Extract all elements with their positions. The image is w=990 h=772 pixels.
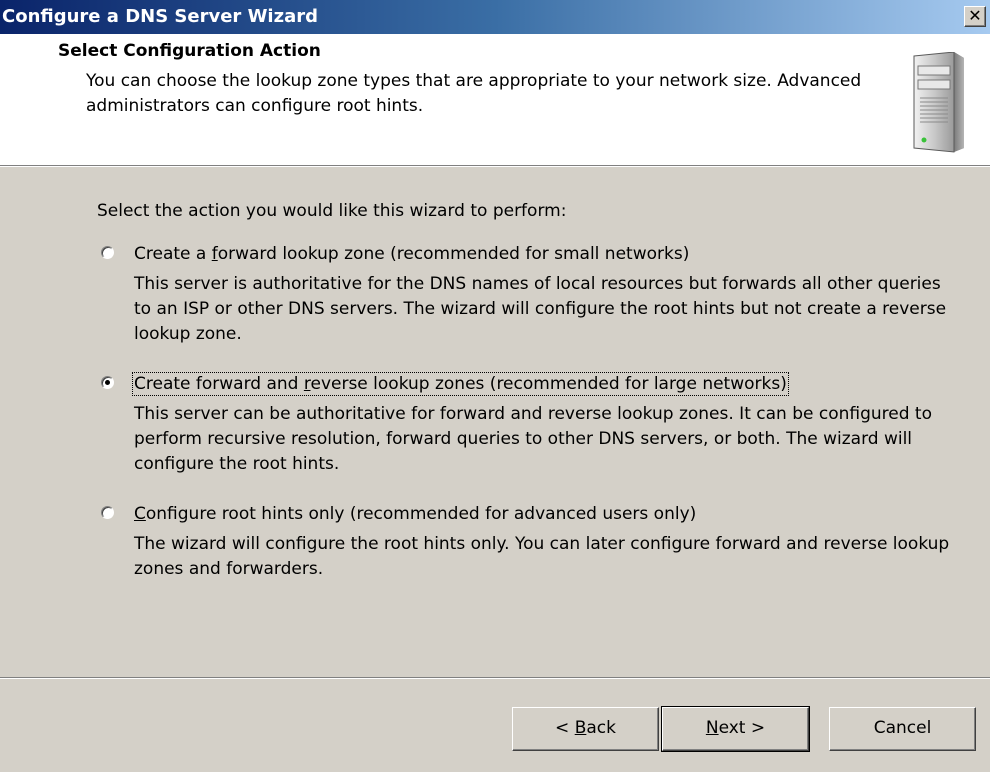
window-title: Configure a DNS Server Wizard: [2, 6, 318, 27]
header-separator: [0, 165, 990, 167]
radio-forward-zone[interactable]: [101, 246, 114, 259]
radio-root-hints[interactable]: [101, 506, 114, 519]
next-button[interactable]: Next >: [661, 706, 810, 752]
server-icon: [913, 52, 964, 153]
radio-forward-reverse-zones[interactable]: [101, 376, 114, 389]
option-forward-reverse-zones-label[interactable]: Create forward and reverse lookup zones …: [132, 372, 789, 396]
close-button[interactable]: ✕: [964, 6, 986, 27]
option-forward-reverse-zones-description: This server can be authoritative for for…: [134, 404, 932, 474]
option-root-hints-label[interactable]: Configure root hints only (recommended f…: [134, 504, 696, 524]
title-bar[interactable]: Configure a DNS Server Wizard ✕: [0, 0, 990, 34]
option-forward-zone-description: This server is authoritative for the DNS…: [134, 274, 947, 344]
footer-separator: [0, 677, 990, 679]
action-prompt: Select the action you would like this wi…: [97, 201, 567, 221]
page-title: Select Configuration Action: [58, 41, 321, 61]
back-button[interactable]: < Back: [512, 707, 659, 751]
option-root-hints-description: The wizard will configure the root hints…: [134, 534, 950, 579]
dns-wizard-window: Configure a DNS Server Wizard ✕ Select C…: [0, 0, 990, 772]
option-forward-zone-label[interactable]: Create a forward lookup zone (recommende…: [134, 244, 689, 264]
cancel-button[interactable]: Cancel: [829, 707, 976, 751]
close-icon: ✕: [968, 6, 982, 25]
page-description: You can choose the lookup zone types tha…: [86, 71, 862, 116]
